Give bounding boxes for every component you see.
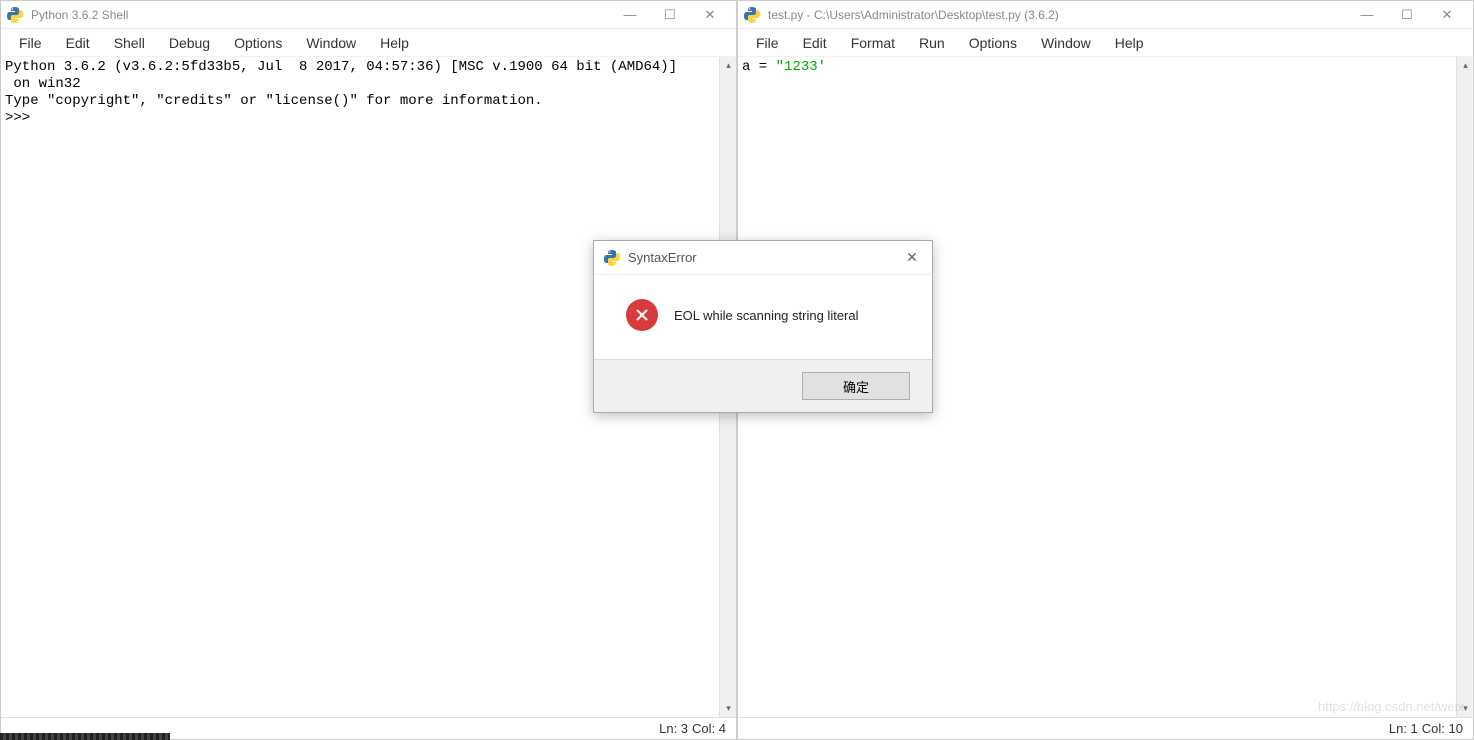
editor-statusbar: Ln: 1 Col: 10 [738,717,1473,739]
taskbar-fragment [0,733,170,740]
dialog-title: SyntaxError [628,250,902,265]
maximize-button[interactable]: ☐ [660,5,680,25]
close-button[interactable]: ✕ [1437,5,1457,25]
menu-format[interactable]: Format [839,32,907,54]
editor-titlebar: test.py - C:\Users\Administrator\Desktop… [738,1,1473,29]
dialog-ok-button[interactable]: 确定 [802,372,910,400]
minimize-button[interactable]: — [1357,5,1377,25]
menu-help[interactable]: Help [368,32,421,54]
close-button[interactable]: ✕ [700,5,720,25]
window-controls: — ☐ ✕ [1357,5,1467,25]
menu-file[interactable]: File [744,32,791,54]
shell-banner-line1: Python 3.6.2 (v3.6.2:5fd33b5, Jul 8 2017… [5,59,677,75]
code-string: "1233' [776,59,826,75]
menu-window[interactable]: Window [1029,32,1103,54]
editor-status-col: Col: 10 [1422,721,1463,736]
menu-shell[interactable]: Shell [102,32,157,54]
code-prefix: a = [742,59,776,75]
shell-status-col: Col: 4 [692,721,726,736]
dialog-titlebar: SyntaxError ✕ [594,241,932,275]
editor-status-ln: Ln: 1 [1389,721,1418,736]
shell-banner-line2: on win32 [5,76,81,92]
editor-scrollbar[interactable]: ▴ ▾ [1456,57,1473,717]
scroll-up-icon[interactable]: ▴ [720,57,736,74]
scroll-up-icon[interactable]: ▴ [1457,57,1473,74]
menu-edit[interactable]: Edit [791,32,839,54]
editor-title: test.py - C:\Users\Administrator\Desktop… [768,8,1357,22]
python-icon [604,250,620,266]
shell-title: Python 3.6.2 Shell [31,8,620,22]
dialog-message: EOL while scanning string literal [674,308,859,323]
shell-banner-line3: Type "copyright", "credits" or "license(… [5,93,543,109]
minimize-button[interactable]: — [620,5,640,25]
watermark: https://blog.csdn.net/weix [1318,699,1464,714]
python-icon [744,7,760,23]
editor-menubar: File Edit Format Run Options Window Help [738,29,1473,57]
error-icon [626,299,658,331]
shell-status-ln: Ln: 3 [659,721,688,736]
menu-debug[interactable]: Debug [157,32,222,54]
dialog-body: EOL while scanning string literal [594,275,932,359]
menu-help[interactable]: Help [1103,32,1156,54]
menu-window[interactable]: Window [294,32,368,54]
scroll-down-icon[interactable]: ▾ [720,700,736,717]
maximize-button[interactable]: ☐ [1397,5,1417,25]
menu-run[interactable]: Run [907,32,957,54]
menu-options[interactable]: Options [222,32,294,54]
menu-options[interactable]: Options [957,32,1029,54]
syntax-error-dialog: SyntaxError ✕ EOL while scanning string … [593,240,933,413]
shell-titlebar: Python 3.6.2 Shell — ☐ ✕ [1,1,736,29]
python-icon [7,7,23,23]
window-controls: — ☐ ✕ [620,5,730,25]
menu-file[interactable]: File [7,32,54,54]
dialog-close-button[interactable]: ✕ [902,248,922,268]
shell-prompt: >>> [5,110,39,126]
shell-menubar: File Edit Shell Debug Options Window Hel… [1,29,736,57]
dialog-footer: 确定 [594,359,932,412]
menu-edit[interactable]: Edit [54,32,102,54]
